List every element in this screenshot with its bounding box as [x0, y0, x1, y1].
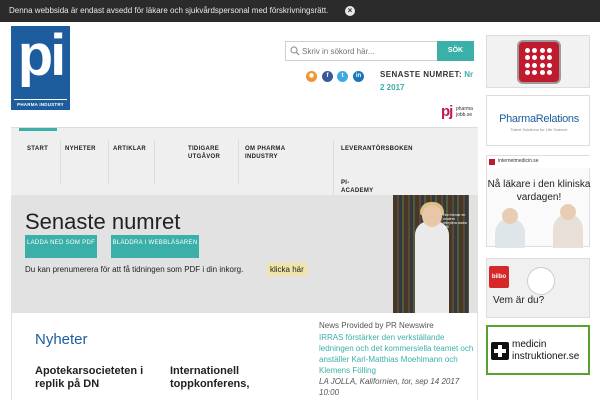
- internetmedicin-url: internetmedicin.se: [498, 158, 539, 164]
- logo-subtitle: PHARMA INDUSTRY: [17, 102, 64, 107]
- doctors-illustration: [495, 204, 585, 248]
- facebook-icon[interactable]: f: [322, 71, 333, 82]
- medical-plus-icon: [491, 342, 509, 360]
- ad-banner-internetmedicin[interactable]: internetmedicin.se Nå läkare i den klini…: [486, 155, 591, 248]
- notice-close-icon[interactable]: ×: [345, 6, 355, 16]
- fingerprint-icon: [527, 267, 555, 295]
- pharmajobb-text-line2: jobb.se: [456, 112, 473, 118]
- browse-issue-button[interactable]: BLÄDDRA I WEBBLÄSAREN: [111, 235, 199, 258]
- search-box: SÖK: [285, 41, 474, 61]
- bilbo-text: Vem är du?: [493, 295, 545, 306]
- search-input[interactable]: [302, 42, 437, 60]
- pharmarelations-tagline: Talent Solutions for Life Science: [510, 127, 568, 132]
- nav-divider: [238, 140, 239, 184]
- nav-divider: [154, 140, 155, 184]
- internetmedicin-header: internetmedicin.se: [487, 156, 591, 168]
- pr-label: News Provided by PR Newswire: [319, 321, 434, 330]
- search-button[interactable]: SÖK: [437, 41, 474, 61]
- nav-item-om-pharma-industry[interactable]: OM PHARMA INDUSTRY: [245, 145, 315, 161]
- nav-item-leverantorsboken[interactable]: LEVERANTÖRSBOKEN: [341, 145, 413, 153]
- cover-face: [422, 205, 442, 227]
- logo-divider: [14, 99, 67, 100]
- nav-item-pi-academy[interactable]: PI-ACADEMY: [341, 179, 381, 195]
- pharmarelations-logo: PharmaRelations: [499, 113, 579, 125]
- internetmedicin-logo-icon: [489, 159, 495, 165]
- pill-pack-icon: [517, 40, 561, 84]
- subscribe-link[interactable]: klicka här: [267, 263, 307, 276]
- news-item-headline[interactable]: Apotekarsocieteten i replik på DN: [35, 365, 155, 391]
- latest-issue-label: SENASTE NUMRET:: [380, 70, 463, 79]
- twitter-icon[interactable]: t: [337, 71, 348, 82]
- pr-headline-link[interactable]: IRRAS förstärker den verkställande ledni…: [319, 332, 474, 376]
- search-icon: [290, 46, 300, 56]
- nav-divider: [108, 140, 109, 184]
- download-pdf-button[interactable]: LADDA NED SOM PDF: [25, 235, 97, 258]
- nav-item-nyheter[interactable]: NYHETER: [65, 145, 96, 153]
- ad-banner-medicininstruktioner[interactable]: medicin instruktioner.se: [486, 325, 590, 375]
- notice-bar: Denna webbsida är endast avsedd för läka…: [0, 0, 600, 22]
- pharmajobb-text: pharma jobb.se: [456, 106, 473, 118]
- site-logo[interactable]: pi PHARMA INDUSTRY: [11, 26, 70, 110]
- internetmedicin-headline: Nå läkare i den kliniska vardagen!: [487, 179, 591, 203]
- cover-person: [415, 221, 449, 313]
- news-item-headline[interactable]: Internationell toppkonferens,: [170, 365, 290, 391]
- medicininstruktioner-line1: medicin: [512, 339, 547, 350]
- logo-mark: pi: [17, 23, 67, 88]
- medicininstruktioner-text: medicin instruktioner.se: [512, 339, 579, 363]
- ad-banner-bilbo[interactable]: bilbo Vem är du?: [486, 258, 590, 318]
- bilbo-logo: bilbo: [489, 266, 509, 288]
- ad-banner-pharmarelations[interactable]: PharmaRelations Talent Solutions for Lif…: [486, 95, 590, 146]
- pr-dateline: LA JOLLA, Kalifornien, tor, sep 14 2017 …: [319, 377, 460, 397]
- rss-icon[interactable]: ◉: [306, 71, 317, 82]
- news-section: Nyheter Apotekarsocieteten i replik på D…: [11, 313, 478, 400]
- hero-title: Senaste numret: [25, 209, 181, 234]
- cover-headline: Hon formar en modern rekrytera andra mål: [443, 213, 467, 229]
- notice-text: Denna webbsida är endast avsedd för läka…: [9, 6, 329, 15]
- news-heading[interactable]: Nyheter: [35, 331, 88, 348]
- page: pi PHARMA INDUSTRY SÖK ◉ f t in SENASTE …: [0, 22, 478, 400]
- pharmajobb-logo[interactable]: pj pharma jobb.se: [441, 104, 475, 122]
- magazine-cover[interactable]: Hon formar en modern rekrytera andra mål: [393, 195, 469, 313]
- main-nav: START NYHETER ARTIKLAR TIDIGARE UTGÅVOR …: [11, 127, 478, 196]
- nav-item-artiklar[interactable]: ARTIKLAR: [113, 145, 146, 153]
- latest-issue: SENASTE NUMRET: Nr 2 2017: [380, 68, 475, 94]
- nav-divider: [333, 140, 334, 196]
- subscribe-text: Du kan prenumerera för att få tidningen …: [25, 265, 244, 274]
- nav-item-tidigare-utgavor[interactable]: TIDIGARE UTGÅVOR: [188, 145, 238, 161]
- pr-newswire-feed: News Provided by PR Newswire IRRAS först…: [319, 321, 474, 398]
- latest-issue-hero: Senaste numret LADDA NED SOM PDF BLÄDDRA…: [11, 195, 478, 313]
- ad-banner-pill-pack[interactable]: [486, 35, 590, 88]
- pharmajobb-mark: pj: [441, 103, 453, 120]
- nav-item-start[interactable]: START: [19, 128, 57, 158]
- nav-divider: [60, 140, 61, 184]
- linkedin-icon[interactable]: in: [353, 71, 364, 82]
- medicininstruktioner-line2: instruktioner.se: [512, 351, 580, 362]
